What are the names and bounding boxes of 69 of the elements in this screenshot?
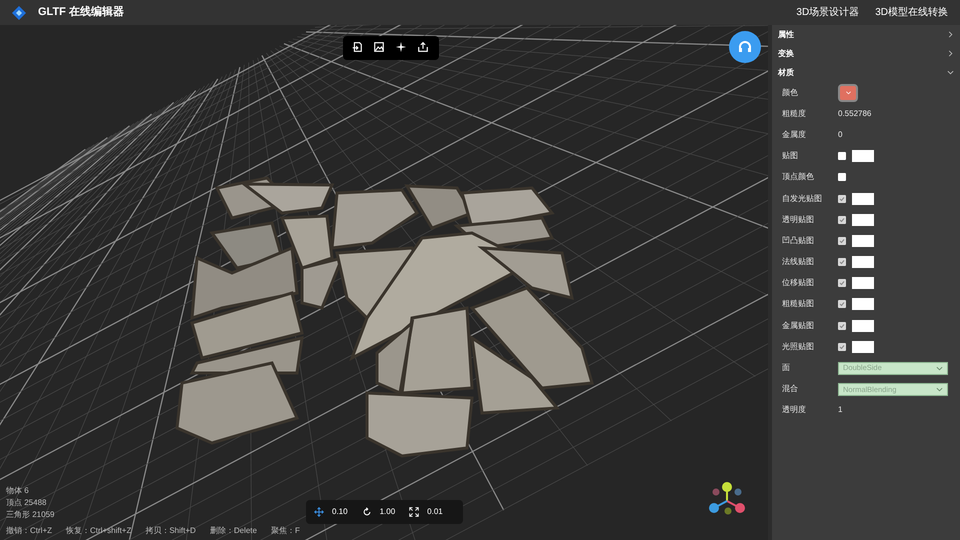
headset-icon (737, 39, 753, 55)
stat-text: 物体 6 (6, 485, 30, 497)
support-button[interactable] (729, 31, 761, 63)
export-icon[interactable] (417, 41, 429, 53)
color-swatch[interactable] (838, 84, 858, 102)
field-label: 透明度 (782, 404, 807, 416)
field-label: 混合 (782, 383, 799, 396)
field-value: 1 (838, 404, 842, 416)
texture-slot[interactable] (852, 320, 874, 332)
checkbox[interactable] (838, 173, 846, 182)
field-label: 金属度 (782, 128, 807, 141)
move-icon[interactable] (314, 507, 324, 517)
import-icon[interactable] (351, 41, 363, 53)
texture-slot[interactable] (852, 277, 874, 290)
checkbox[interactable] (838, 216, 846, 224)
stat-text: 顶点 25488 (6, 497, 48, 509)
expand-icon[interactable] (409, 507, 420, 517)
axis-gizmo-icon[interactable] (706, 481, 748, 517)
texture-slot[interactable] (852, 192, 874, 205)
step-value[interactable]: 0.01 (427, 506, 443, 518)
checkbox[interactable] (838, 342, 846, 351)
shortcut-hint: 聚焦：F (270, 525, 300, 537)
shortcut-hint: 撤销：Ctrl+Z (6, 525, 52, 537)
caret-icon (846, 90, 850, 95)
image-icon[interactable] (373, 41, 385, 53)
checkbox[interactable] (838, 322, 846, 330)
field-value: 0 (838, 128, 842, 141)
field-label: 金属贴图 (782, 320, 815, 332)
section-header[interactable]: 材质 (772, 63, 960, 82)
checkbox[interactable] (838, 236, 846, 245)
texture-slot[interactable] (852, 214, 874, 226)
field-label: 颜色 (782, 86, 799, 99)
sparkle-icon[interactable] (395, 41, 407, 53)
texture-slot[interactable] (852, 234, 874, 247)
checkbox[interactable] (838, 300, 846, 308)
stat-text: 三角形 21059 (6, 509, 54, 521)
checkbox[interactable] (838, 258, 846, 266)
header-link[interactable]: 3D场景设计器 (796, 5, 860, 20)
checkbox[interactable] (838, 279, 846, 288)
field-label: 光照贴图 (782, 340, 815, 353)
field-label: 粗糙度 (782, 108, 807, 120)
field-label: 粗糙贴图 (782, 298, 815, 310)
field-label: 顶点颜色 (782, 171, 815, 184)
header-link[interactable]: 3D模型在线转换 (875, 5, 948, 20)
logo-icon (12, 6, 26, 20)
texture-slot[interactable] (852, 340, 874, 353)
caret-icon (936, 366, 943, 371)
texture-slot[interactable] (852, 298, 874, 310)
field-label: 凹凸贴图 (782, 234, 815, 247)
field-value: 0.552786 (838, 108, 872, 120)
checkbox[interactable] (838, 152, 846, 160)
app-title: GLTF 在线编辑器 (38, 4, 124, 20)
rotate-icon[interactable] (362, 507, 372, 517)
field-label: 位移贴图 (782, 277, 815, 290)
texture-slot[interactable] (852, 256, 874, 268)
shortcut-hint: 删除：Delete (210, 525, 257, 537)
field-label: 自发光贴图 (782, 192, 823, 205)
checkbox[interactable] (838, 194, 846, 203)
section-header[interactable]: 变换 (772, 44, 960, 63)
section-header[interactable]: 属性 (772, 25, 960, 44)
caret-icon (936, 386, 943, 392)
step-value[interactable]: 1.00 (380, 506, 396, 518)
field-label: 法线贴图 (782, 256, 815, 268)
texture-slot[interactable] (852, 150, 874, 162)
field-label: 透明贴图 (782, 214, 815, 226)
field-label: 贴图 (782, 150, 799, 162)
step-value[interactable]: 0.10 (332, 506, 348, 518)
field-label: 面 (782, 362, 791, 374)
shortcut-hint: 拷贝：Shift+D (145, 525, 196, 537)
